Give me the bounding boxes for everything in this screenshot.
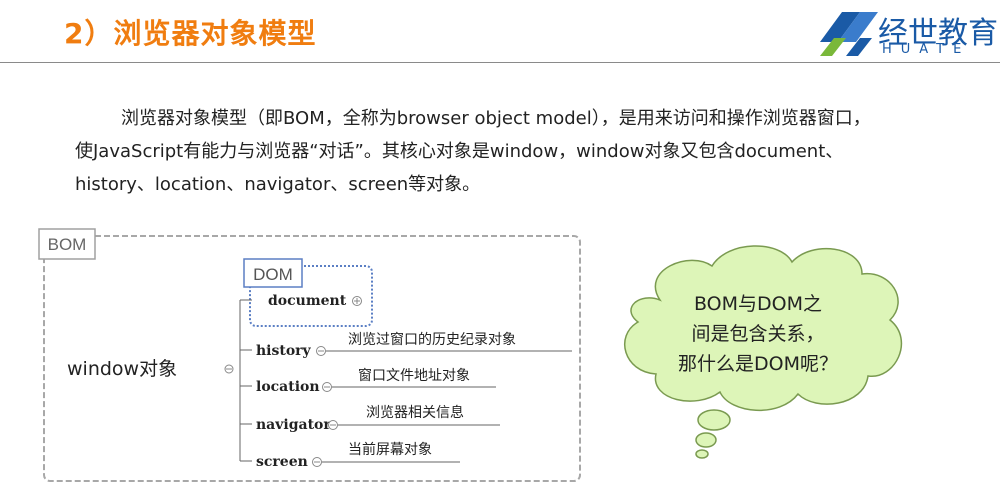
node-history: history — [256, 343, 312, 359]
bubble-line: 那什么是DOM呢？ — [678, 353, 838, 375]
node-location: location — [256, 379, 320, 395]
root-node-label: window对象 — [67, 358, 177, 380]
desc-location: 窗口文件地址对象 — [358, 367, 470, 384]
desc-screen: 当前屏幕对象 — [348, 441, 432, 458]
bom-diagram: BOM DOM window对象 document history 浏览过窗口的… — [38, 228, 902, 482]
bubble-text: BOM与DOM之 间是包含关系， 那什么是DOM呢？ — [648, 289, 868, 379]
node-screen: screen — [256, 454, 308, 470]
bubble-line: 间是包含关系， — [691, 323, 825, 345]
dom-label: DOM — [253, 265, 293, 284]
bubble-line: BOM与DOM之 — [693, 293, 823, 315]
bom-label: BOM — [48, 235, 87, 254]
node-navigator: navigator — [256, 417, 331, 433]
desc-navigator: 浏览器相关信息 — [366, 404, 464, 421]
desc-history: 浏览过窗口的历史纪录对象 — [348, 331, 516, 348]
node-document: document — [268, 293, 347, 309]
